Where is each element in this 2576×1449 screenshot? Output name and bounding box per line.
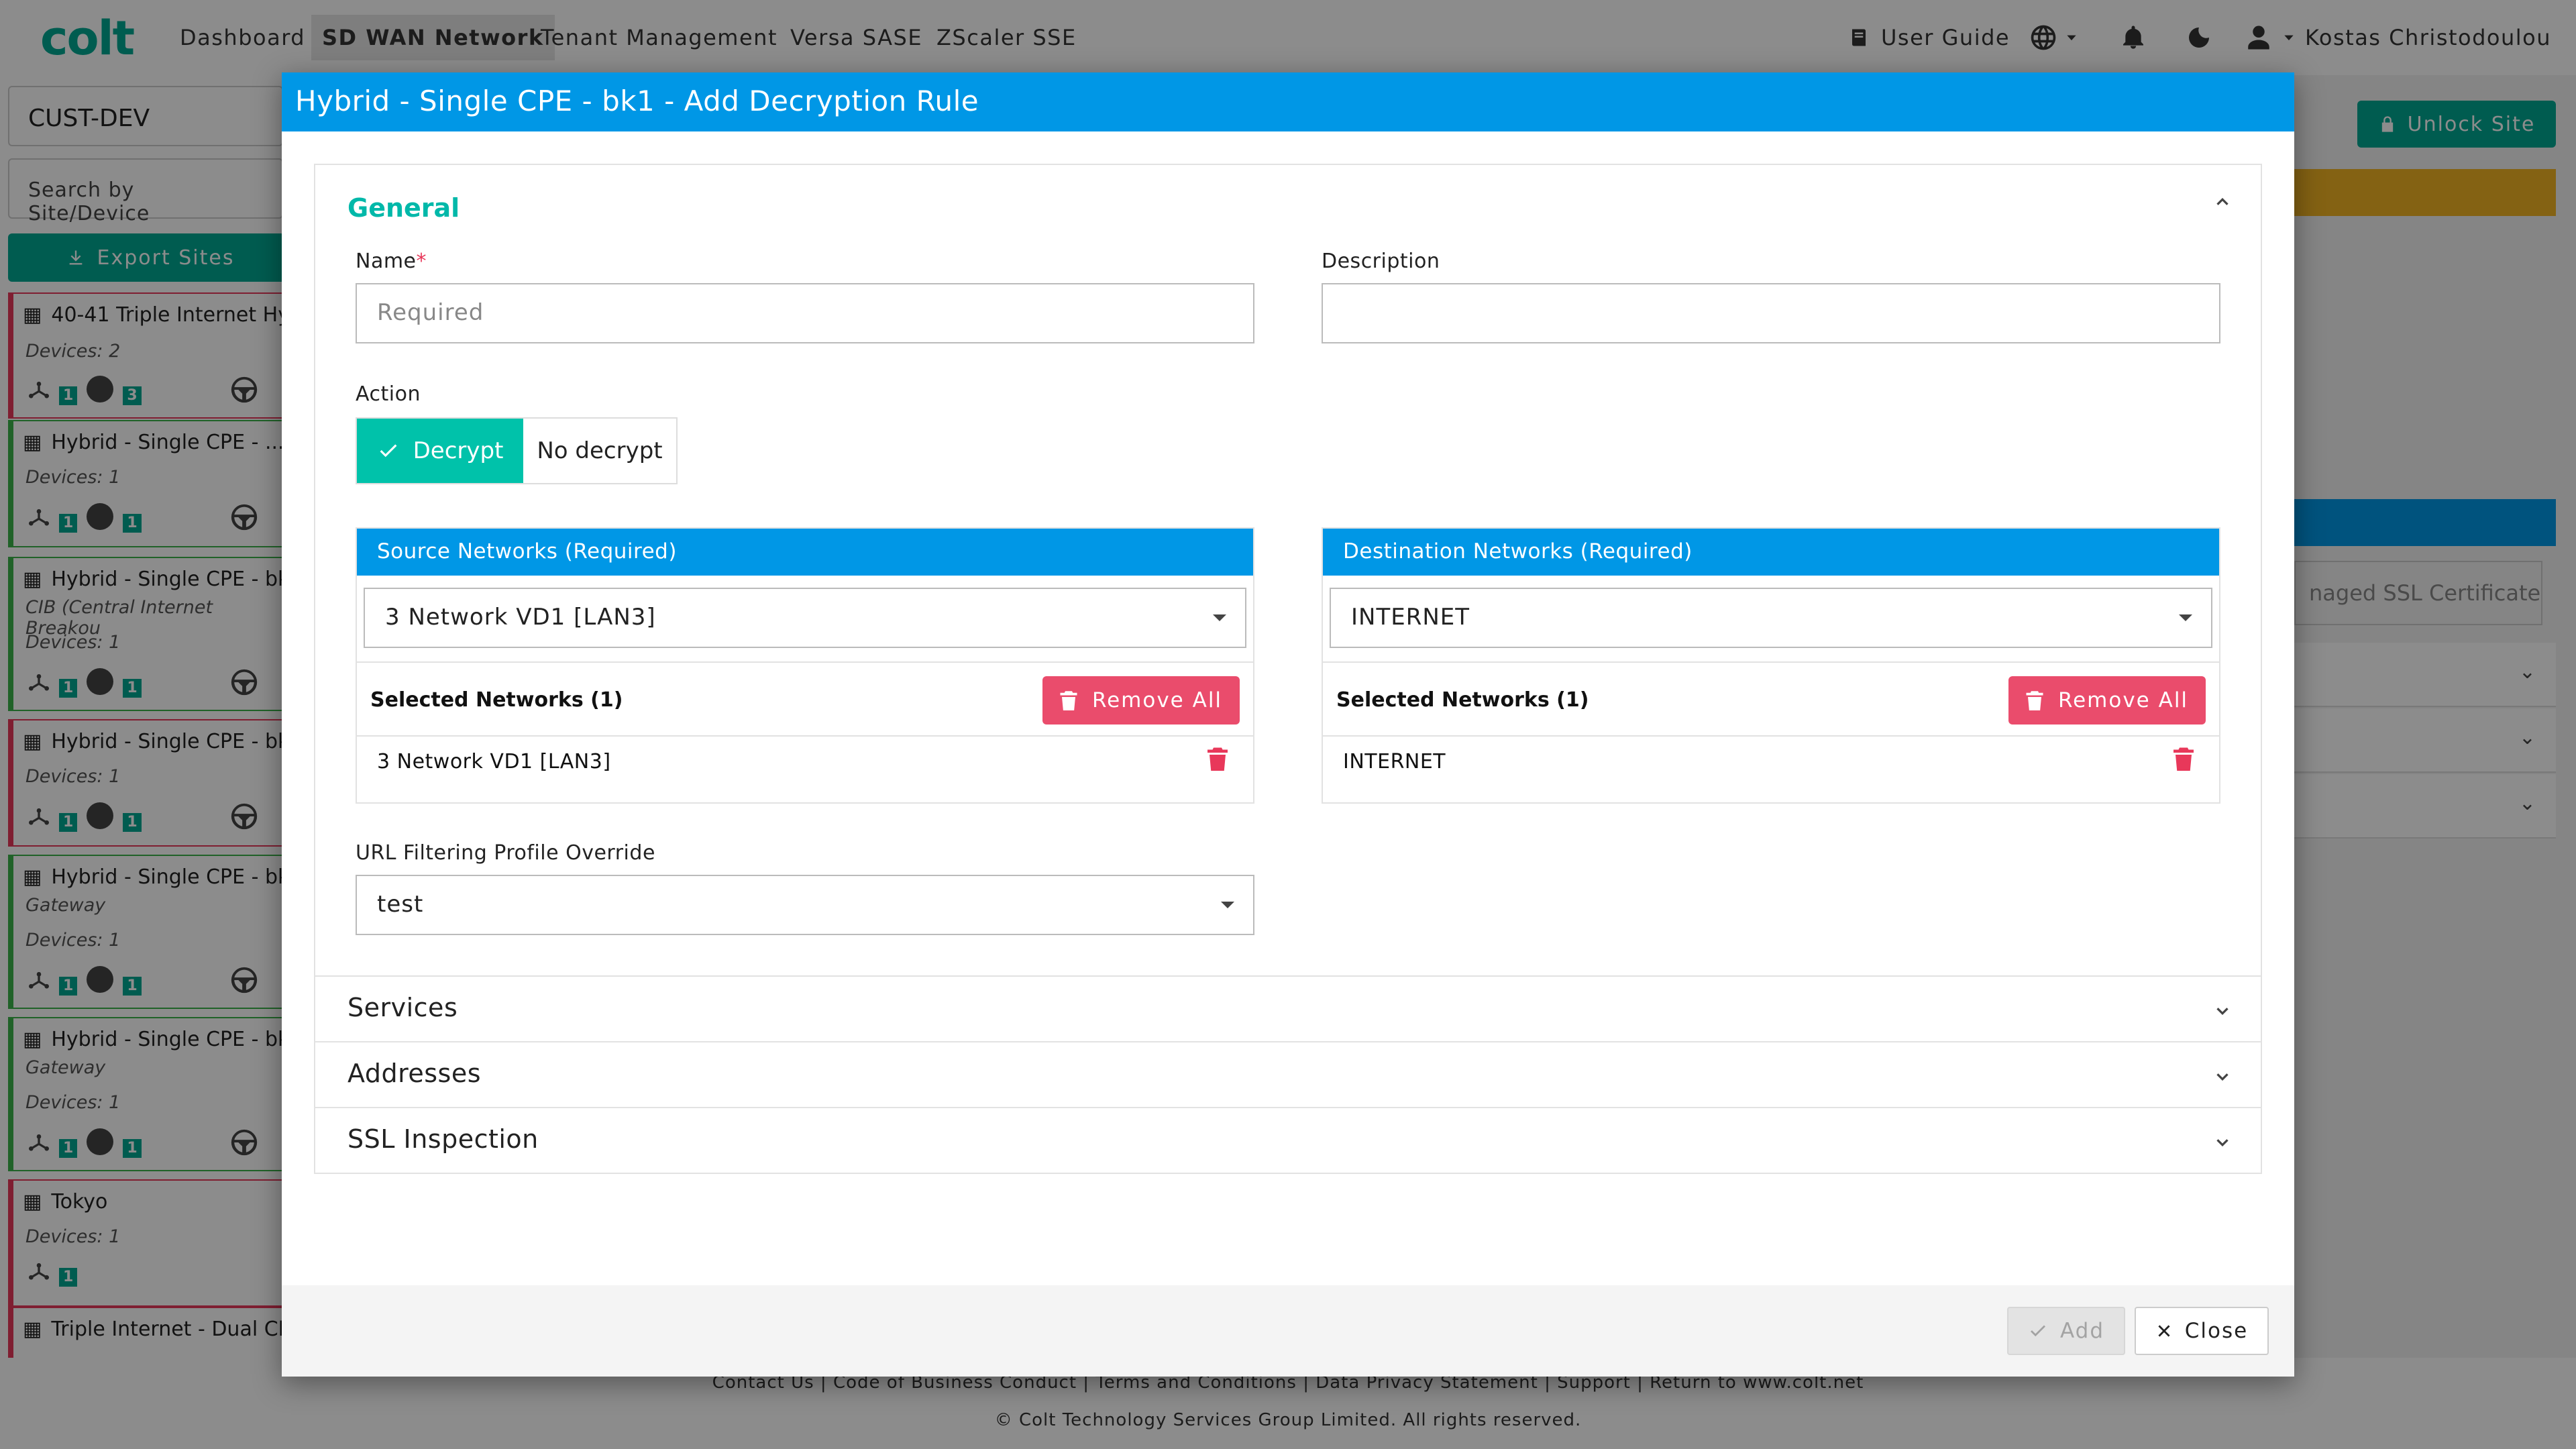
check-icon — [2031, 1325, 2045, 1337]
action-label: Action — [356, 382, 421, 406]
add-button-label: Add — [2059, 1319, 2105, 1343]
general-section: General Name* Required Description Actio… — [314, 164, 2262, 977]
url-filtering-label: URL Filtering Profile Override — [356, 841, 655, 865]
trash-icon — [2026, 691, 2043, 710]
chevron-up-icon[interactable] — [2212, 192, 2233, 212]
remove-all-destination-button[interactable]: Remove All — [2008, 676, 2206, 724]
decrypt-option-label: Decrypt — [413, 437, 504, 464]
name-label: Name* — [356, 250, 427, 273]
addresses-section[interactable]: Addresses — [314, 1042, 2262, 1108]
remove-all-label: Remove All — [2057, 688, 2189, 712]
services-section[interactable]: Services — [314, 977, 2262, 1042]
add-button[interactable]: Add — [2007, 1307, 2125, 1355]
remove-all-label: Remove All — [1091, 688, 1223, 712]
selected-network-item: INTERNET — [1343, 750, 1446, 773]
url-filtering-profile-select[interactable]: test — [356, 875, 1254, 935]
description-label: Description — [1322, 250, 1440, 273]
source-network-select-value: 3 Network VD1 [LAN3] — [385, 604, 656, 631]
action-toggle-group: Decrypt No decrypt — [356, 417, 678, 484]
no-decrypt-option[interactable]: No decrypt — [523, 419, 676, 483]
url-filtering-profile-value: test — [377, 891, 424, 918]
destination-networks-header: Destination Networks (Required) — [1323, 529, 2219, 576]
dialog-title: Hybrid - Single CPE - bk1 - Add Decrypti… — [282, 72, 2294, 131]
dialog-body: General Name* Required Description Actio… — [314, 164, 2262, 1174]
delete-network-button[interactable] — [1208, 746, 1228, 774]
check-icon — [380, 444, 397, 458]
addresses-section-title: Addresses — [347, 1059, 482, 1088]
dialog-footer: Add Close — [282, 1285, 2294, 1377]
trash-icon — [1060, 691, 1077, 710]
close-button-label: Close — [2184, 1319, 2249, 1343]
destination-networks-panel: Destination Networks (Required) INTERNET… — [1322, 527, 2220, 804]
description-input[interactable] — [1322, 283, 2220, 343]
source-network-select[interactable]: 3 Network VD1 [LAN3] — [364, 588, 1246, 648]
destination-network-select-value: INTERNET — [1351, 604, 1470, 631]
remove-all-source-button[interactable]: Remove All — [1042, 676, 1240, 724]
selected-networks-count: Selected Networks (1) — [1336, 688, 1589, 712]
selected-network-item: 3 Network VD1 [LAN3] — [377, 750, 611, 773]
chevron-down-icon — [2216, 1073, 2229, 1081]
close-icon — [2158, 1325, 2170, 1337]
caret-down-icon — [1221, 902, 1234, 908]
chevron-down-icon — [2216, 1139, 2229, 1147]
close-button[interactable]: Close — [2135, 1307, 2269, 1355]
caret-down-icon — [1213, 614, 1226, 621]
name-input[interactable]: Required — [356, 283, 1254, 343]
source-networks-panel: Source Networks (Required) 3 Network VD1… — [356, 527, 1254, 804]
caret-down-icon — [2179, 614, 2192, 621]
selected-networks-count: Selected Networks (1) — [370, 688, 623, 712]
ssl-inspection-section[interactable]: SSL Inspection — [314, 1108, 2262, 1174]
destination-network-select[interactable]: INTERNET — [1330, 588, 2212, 648]
trash-icon — [1208, 747, 1228, 771]
decrypt-option[interactable]: Decrypt — [357, 419, 523, 483]
general-section-title[interactable]: General — [347, 193, 460, 223]
add-decryption-rule-dialog: Hybrid - Single CPE - bk1 - Add Decrypti… — [282, 72, 2294, 1377]
source-networks-header: Source Networks (Required) — [357, 529, 1253, 576]
trash-icon — [2174, 747, 2194, 771]
services-section-title: Services — [347, 993, 458, 1022]
delete-network-button[interactable] — [2174, 746, 2194, 774]
ssl-inspection-section-title: SSL Inspection — [347, 1124, 539, 1154]
chevron-down-icon — [2216, 1008, 2229, 1016]
